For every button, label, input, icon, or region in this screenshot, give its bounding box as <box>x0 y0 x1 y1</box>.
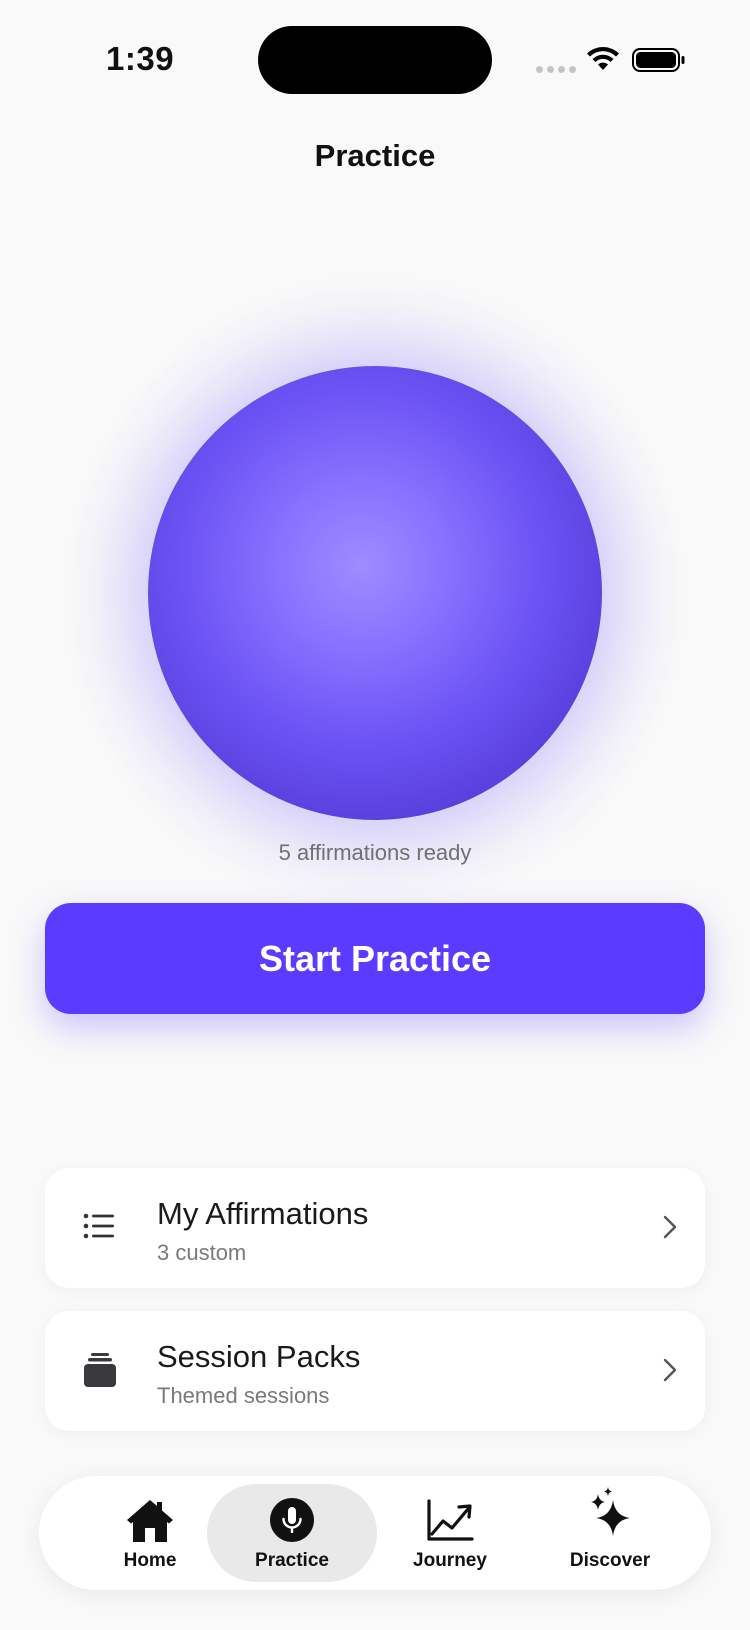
affirmations-ready-label: 5 affirmations ready <box>278 840 472 865</box>
practice-screen: 1:39 Practice 5 affirmations ready Start… <box>0 0 750 1630</box>
tab-label: Journey <box>413 1550 487 1571</box>
status-time: 1:39 <box>106 40 175 77</box>
sparkles-icon <box>591 1487 630 1536</box>
card-subtitle: 3 custom <box>157 1240 247 1265</box>
chart-line-icon <box>427 1499 474 1541</box>
chevron-right-icon <box>663 1215 677 1239</box>
tab-practice[interactable]: Practice <box>207 1484 377 1582</box>
microphone-icon <box>270 1498 314 1542</box>
card-subtitle: Themed sessions <box>157 1383 330 1408</box>
list-icon <box>83 1213 114 1239</box>
page-title: Practice <box>314 138 436 173</box>
session-packs-card[interactable]: Session Packs Themed sessions <box>45 1311 705 1431</box>
start-practice-button[interactable]: Start Practice <box>45 903 705 1014</box>
cellular-signal-icon <box>536 66 576 73</box>
tab-journey[interactable]: Journey <box>365 1484 535 1582</box>
tab-discover[interactable]: Discover <box>525 1484 695 1582</box>
chevron-right-icon <box>663 1358 677 1382</box>
card-title: My Affirmations <box>157 1196 369 1231</box>
practice-orb[interactable] <box>148 366 602 820</box>
dynamic-island <box>258 26 492 94</box>
wifi-icon <box>587 47 619 70</box>
stack-icon <box>84 1353 116 1387</box>
tab-bar: Home Practice Journey Discover <box>39 1476 711 1590</box>
tab-label: Practice <box>255 1550 329 1571</box>
card-title: Session Packs <box>157 1339 361 1374</box>
battery-icon <box>632 48 685 72</box>
tab-label: Discover <box>569 1550 651 1571</box>
my-affirmations-card[interactable]: My Affirmations 3 custom <box>45 1168 705 1288</box>
house-icon <box>127 1500 173 1542</box>
